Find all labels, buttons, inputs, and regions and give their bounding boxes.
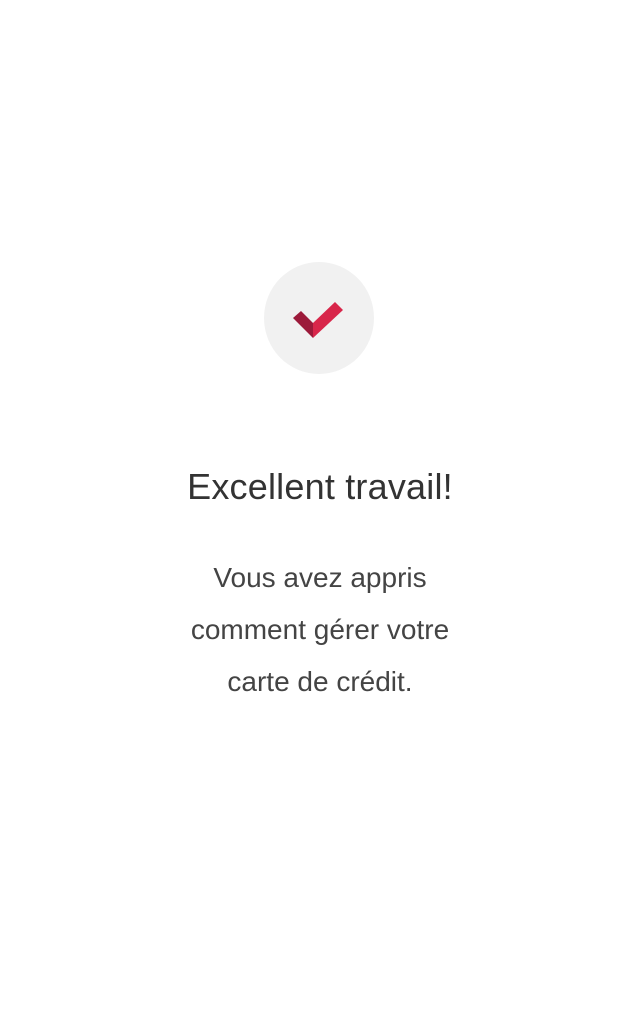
success-badge [264, 262, 374, 374]
success-message: Vous avez appris comment gérer votre car… [190, 562, 450, 697]
success-screen: Excellent travail! Vous avez appris comm… [0, 0, 640, 1012]
checkmark-icon [289, 294, 349, 342]
success-title: Excellent travail! [187, 466, 453, 507]
